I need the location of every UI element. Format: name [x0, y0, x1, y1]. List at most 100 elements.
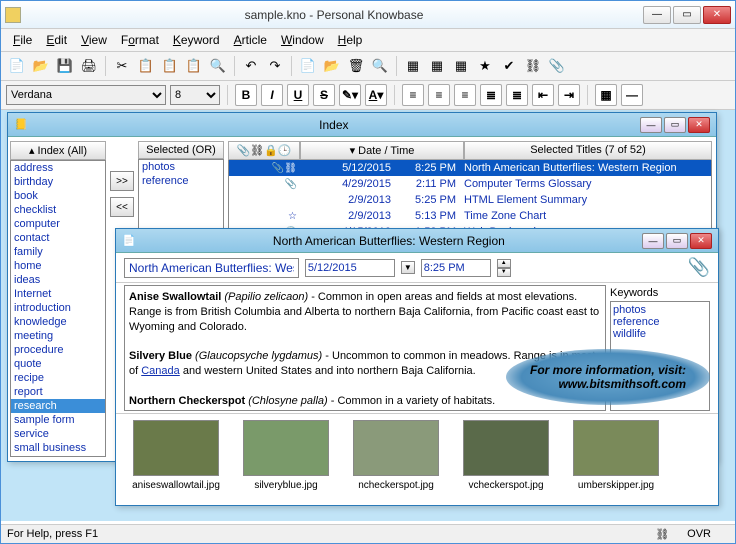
- move-left-button[interactable]: <<: [110, 197, 134, 217]
- title-row[interactable]: ☆2/9/20135:13 PMTime Zone Chart: [229, 208, 711, 224]
- spellcheck-icon[interactable]: ✔: [498, 55, 520, 77]
- keyword-item[interactable]: recipe: [11, 371, 105, 385]
- undo-icon[interactable]: ↶: [240, 55, 262, 77]
- keyword-item[interactable]: meeting: [11, 329, 105, 343]
- index-icon[interactable]: ▦: [402, 55, 424, 77]
- keyword-item[interactable]: Internet: [11, 287, 105, 301]
- index-minimize[interactable]: —: [640, 117, 662, 133]
- keyword-item[interactable]: report: [11, 385, 105, 399]
- keyword-item[interactable]: checklist: [11, 203, 105, 217]
- open-article-icon[interactable]: 📂: [321, 55, 343, 77]
- attachment-panel-icon[interactable]: 📎: [688, 257, 710, 278]
- time-spinner[interactable]: ▲▼: [497, 259, 511, 277]
- align-center-button[interactable]: ≡: [428, 84, 450, 106]
- search-articles-icon[interactable]: 🔍: [369, 55, 391, 77]
- numbers-button[interactable]: ≣: [506, 84, 528, 106]
- menu-file[interactable]: File: [7, 31, 38, 49]
- keyword-item[interactable]: service: [11, 427, 105, 441]
- article-maximize[interactable]: ▭: [666, 233, 688, 249]
- strike-button[interactable]: S: [313, 84, 335, 106]
- col-selected-header[interactable]: Selected (OR): [138, 141, 224, 159]
- new-icon[interactable]: 📄: [6, 55, 28, 77]
- article-time-input[interactable]: [421, 259, 491, 277]
- keyword-item[interactable]: address: [11, 161, 105, 175]
- paste-special-icon[interactable]: 📋: [183, 55, 205, 77]
- bullets-button[interactable]: ≣: [480, 84, 502, 106]
- col-datetime-header[interactable]: ▾ Date / Time: [300, 141, 464, 160]
- keyword-item[interactable]: quote: [11, 357, 105, 371]
- indent-button[interactable]: ⇥: [558, 84, 580, 106]
- open-icon[interactable]: 📂: [30, 55, 52, 77]
- keyword-item[interactable]: software: [11, 455, 105, 457]
- align-left-button[interactable]: ≡: [402, 84, 424, 106]
- attachment-item[interactable]: ncheckerspot.jpg: [348, 420, 444, 491]
- print-icon[interactable]: 🖨: [78, 55, 100, 77]
- new-article-icon[interactable]: 📄: [297, 55, 319, 77]
- keyword-item[interactable]: ideas: [11, 273, 105, 287]
- col-titles-header[interactable]: Selected Titles (7 of 52): [464, 141, 712, 160]
- cascade-icon[interactable]: ▦: [426, 55, 448, 77]
- keyword-item[interactable]: home: [11, 259, 105, 273]
- find-icon[interactable]: 🔍: [207, 55, 229, 77]
- article-keyword-item[interactable]: reference: [613, 316, 707, 328]
- index-close[interactable]: ✕: [688, 117, 710, 133]
- link-tool-icon[interactable]: ⛓: [522, 55, 544, 77]
- col-all-header[interactable]: ▴ Index (All): [10, 141, 106, 160]
- article-keyword-item[interactable]: photos: [613, 304, 707, 316]
- keyword-item[interactable]: family: [11, 245, 105, 259]
- hr-button[interactable]: —: [621, 84, 643, 106]
- article-date-input[interactable]: [305, 259, 395, 277]
- attachment-item[interactable]: silveryblue.jpg: [238, 420, 334, 491]
- attachment-item[interactable]: umberskipper.jpg: [568, 420, 664, 491]
- minimize-button[interactable]: —: [643, 6, 671, 24]
- font-size-select[interactable]: 8: [170, 85, 220, 105]
- canada-link[interactable]: Canada: [141, 365, 180, 377]
- bold-button[interactable]: B: [235, 84, 257, 106]
- keyword-item[interactable]: computer: [11, 217, 105, 231]
- fontcolor-button[interactable]: A▾: [365, 84, 387, 106]
- index-maximize[interactable]: ▭: [664, 117, 686, 133]
- menu-keyword[interactable]: Keyword: [167, 31, 226, 49]
- keyword-item[interactable]: sample form: [11, 413, 105, 427]
- attach-tool-icon[interactable]: 📎: [546, 55, 568, 77]
- italic-button[interactable]: I: [261, 84, 283, 106]
- selected-keyword-item[interactable]: photos: [139, 160, 223, 174]
- title-row[interactable]: 2/9/20135:25 PMHTML Element Summary: [229, 192, 711, 208]
- menu-help[interactable]: Help: [332, 31, 369, 49]
- copy-icon[interactable]: 📋: [135, 55, 157, 77]
- article-keyword-item[interactable]: wildlife: [613, 328, 707, 340]
- maximize-button[interactable]: ▭: [673, 6, 701, 24]
- title-row[interactable]: 📎4/29/20152:11 PMComputer Terms Glossary: [229, 176, 711, 192]
- keyword-item[interactable]: small business: [11, 441, 105, 455]
- keyword-item[interactable]: research: [11, 399, 105, 413]
- highlight-button[interactable]: ✎▾: [339, 84, 361, 106]
- delete-icon[interactable]: 🗑: [345, 55, 367, 77]
- keyword-item[interactable]: introduction: [11, 301, 105, 315]
- font-family-select[interactable]: Verdana: [6, 85, 166, 105]
- article-close[interactable]: ✕: [690, 233, 712, 249]
- save-icon[interactable]: 💾: [54, 55, 76, 77]
- keyword-item[interactable]: birthday: [11, 175, 105, 189]
- article-title-input[interactable]: [124, 258, 299, 278]
- redo-icon[interactable]: ↷: [264, 55, 286, 77]
- align-right-button[interactable]: ≡: [454, 84, 476, 106]
- article-titlebar[interactable]: 📄 North American Butterflies: Western Re…: [116, 229, 718, 253]
- keyword-item[interactable]: knowledge: [11, 315, 105, 329]
- keyword-item[interactable]: book: [11, 189, 105, 203]
- title-row[interactable]: 📎⛓5/12/20158:25 PMNorth American Butterf…: [229, 160, 711, 176]
- col-icons-header[interactable]: 📎⛓🔒🕒: [228, 141, 300, 160]
- cut-icon[interactable]: ✂: [111, 55, 133, 77]
- attachment-item[interactable]: vcheckerspot.jpg: [458, 420, 554, 491]
- menu-article[interactable]: Article: [228, 31, 273, 49]
- all-keywords-list[interactable]: addressbirthdaybookchecklistcomputercont…: [10, 160, 106, 457]
- close-button[interactable]: ✕: [703, 6, 731, 24]
- selected-keyword-item[interactable]: reference: [139, 174, 223, 188]
- date-dropdown-icon[interactable]: ▼: [401, 261, 415, 274]
- star-icon[interactable]: ★: [474, 55, 496, 77]
- menu-format[interactable]: Format: [115, 31, 165, 49]
- keyword-item[interactable]: procedure: [11, 343, 105, 357]
- index-titlebar[interactable]: 📒 Index — ▭ ✕: [8, 113, 716, 137]
- table-button[interactable]: ▦: [595, 84, 617, 106]
- menu-view[interactable]: View: [75, 31, 113, 49]
- paste-icon[interactable]: 📋: [159, 55, 181, 77]
